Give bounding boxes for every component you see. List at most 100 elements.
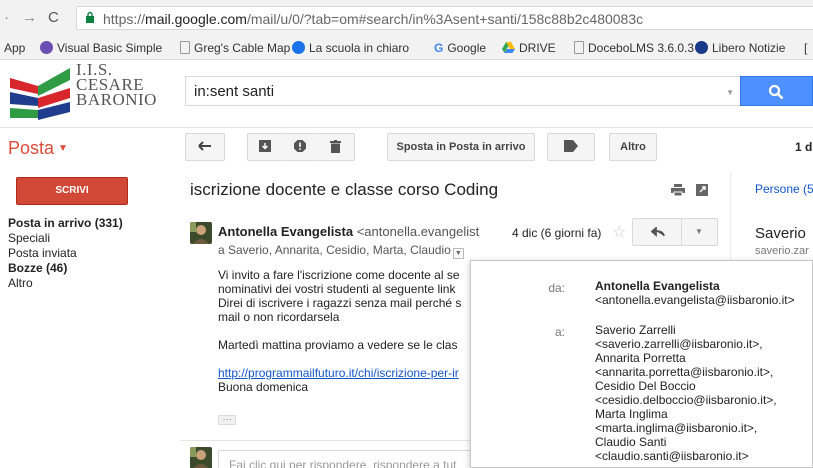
logo-line3: BARONIO	[76, 90, 157, 109]
pager-count: 1 d	[795, 140, 813, 154]
url-host: mail.google.com	[145, 11, 247, 27]
search-field[interactable]: ▼	[185, 76, 740, 106]
search-icon	[768, 84, 784, 100]
body-link[interactable]: http://programmailfuturo.it/chi/iscrizio…	[218, 366, 470, 380]
archive-icon	[259, 140, 271, 152]
body-line: Vi invito a fare l'iscrizione come docen…	[218, 268, 460, 282]
logo-text: I.I.S. CESARE BARONIO	[76, 61, 157, 109]
sidebar-item-inbox[interactable]: Posta in arrivo (331)	[8, 216, 123, 231]
more-button[interactable]: Altro	[609, 133, 657, 161]
show-details-caret-icon[interactable]: ▼	[452, 248, 464, 259]
search-button[interactable]	[740, 76, 813, 106]
message-subject: iscrizione docente e classe corso Coding	[190, 180, 499, 199]
sidebar-item-sent[interactable]: Posta inviata	[8, 246, 123, 261]
browser-address-bar: · → C https://mail.google.com/mail/u/0/?…	[0, 0, 813, 36]
subject-actions	[671, 184, 709, 199]
sidebar-nav: Posta in arrivo (331) Speciali Posta inv…	[8, 216, 123, 291]
more-actions-caret-icon[interactable]: ▼	[695, 227, 703, 236]
page-icon	[574, 41, 584, 54]
back-arrow-icon[interactable]: ·	[4, 9, 9, 26]
star-icon[interactable]: ☆	[612, 222, 626, 242]
recipients-line: a Saverio, Annarita, Cesidio, Marta, Cla…	[218, 243, 464, 259]
message-body: Vi invito a fare l'iscrizione come docen…	[218, 268, 470, 394]
from-email: <antonella.evangelista@iisbaronio.it>	[595, 293, 795, 307]
delete-button[interactable]	[317, 133, 355, 161]
reply-button-group[interactable]: ▼	[632, 218, 718, 246]
school-logo[interactable]: I.I.S. CESARE BARONIO	[8, 61, 178, 122]
to-line: <annarita.porretta@iisbaronio.it>,	[595, 365, 774, 379]
bookmark-label: La scuola in chiaro	[309, 41, 410, 55]
sender-avatar[interactable]	[190, 222, 212, 244]
bookmark-libero[interactable]: Libero Notizie	[695, 41, 785, 55]
body-line: Buona domenica	[218, 380, 309, 394]
to-label: a:	[554, 325, 565, 339]
body-line: Direi di iscrivere i ragazzi senza mail …	[218, 296, 462, 310]
from-label: da:	[548, 281, 565, 295]
bookmark-gregs-cable-map[interactable]: Greg's Cable Map	[180, 41, 290, 55]
to-line: Marta Inglima	[595, 407, 668, 421]
bookmark-overflow[interactable]: [	[804, 41, 807, 55]
show-trimmed-content-button[interactable]: ···	[218, 415, 236, 425]
sender-email: <antonella.evangelista(	[356, 224, 480, 239]
move-to-inbox-label: Sposta in Posta in arrivo	[396, 141, 526, 153]
people-panel-email: saverio.zar	[755, 245, 809, 257]
people-panel-title[interactable]: Persone (5	[755, 182, 813, 196]
forward-arrow-icon[interactable]: →	[22, 9, 37, 26]
sender-line[interactable]: Antonella Evangelista <antonella.evangel…	[218, 224, 480, 239]
body-blank-line	[218, 352, 470, 366]
more-label: Altro	[620, 141, 646, 153]
app-name: Posta	[8, 138, 55, 158]
body-line: Martedì mattina proviamo a vedere se le …	[218, 338, 458, 352]
avatar-photo-icon	[190, 222, 212, 244]
bookmark-label: App	[4, 41, 26, 55]
bookmark-docebo[interactable]: DoceboLMS 3.6.0.3	[574, 41, 694, 55]
to-line: Claudio Santi	[595, 435, 667, 449]
bookmark-app[interactable]: App	[4, 41, 25, 55]
bookmark-visual-basic[interactable]: Visual Basic Simple	[40, 41, 162, 55]
reply-icon[interactable]	[651, 227, 665, 237]
people-panel-name[interactable]: Saverio	[755, 225, 806, 242]
to-line: <marta.inglima@iisbaronio.it>,	[595, 421, 758, 435]
archive-button[interactable]	[247, 133, 283, 161]
report-spam-button[interactable]	[282, 133, 318, 161]
app-switcher[interactable]: Posta ▼	[8, 138, 68, 159]
to-line: <cesidio.delboccio@iisbaronio.it>,	[595, 393, 777, 407]
bookmark-label: DoceboLMS 3.6.0.3	[588, 41, 695, 55]
reload-icon[interactable]: C	[48, 9, 59, 26]
sidebar-item-more[interactable]: Altro	[8, 276, 123, 291]
sidebar-item-drafts[interactable]: Bozze (46)	[8, 261, 123, 276]
spam-icon	[293, 140, 306, 152]
lock-icon	[86, 11, 94, 23]
search-options-caret-icon[interactable]: ▼	[726, 88, 734, 97]
to-line: <claudio.santi@iisbaronio.it>	[595, 449, 749, 463]
search-input[interactable]	[186, 77, 706, 105]
back-to-list-button[interactable]	[185, 133, 225, 161]
bookmark-google[interactable]: G Google	[434, 41, 486, 55]
back-arrow-icon	[198, 141, 211, 151]
url-field[interactable]: https://mail.google.com/mail/u/0/?tab=om…	[76, 6, 813, 30]
to-line: <saverio.zarrelli@iisbaronio.it>,	[595, 337, 763, 351]
recipients-text: a Saverio, Annarita, Cesidio, Marta, Cla…	[218, 243, 451, 257]
body-line: mail o non ricordarsela	[218, 310, 340, 324]
label-tag-icon	[564, 140, 578, 152]
new-window-icon[interactable]	[696, 184, 709, 196]
message-date: 4 dic (6 giorni fa)	[512, 226, 602, 240]
move-to-inbox-button[interactable]: Sposta in Posta in arrivo	[387, 133, 535, 161]
drive-icon	[502, 41, 515, 55]
bookmark-scuola-in-chiaro[interactable]: La scuola in chiaro	[292, 41, 409, 55]
bookmark-label: Visual Basic Simple	[57, 41, 163, 55]
url-prefix: https://	[103, 11, 146, 27]
header-divider	[0, 127, 813, 128]
bookmark-label: DRIVE	[519, 41, 556, 55]
url-path: /mail/u/0/?tab=om#search/in%3Asent+santi…	[246, 11, 644, 27]
url-text: https://mail.google.com/mail/u/0/?tab=om…	[103, 11, 643, 27]
print-icon[interactable]	[671, 184, 685, 197]
from-name: Antonella Evangelista	[595, 279, 720, 293]
to-line: Saverio Zarrelli	[595, 323, 676, 337]
sidebar-item-starred[interactable]: Speciali	[8, 231, 123, 246]
compose-button[interactable]: SCRIVI	[16, 177, 128, 205]
bookmark-drive[interactable]: DRIVE	[502, 41, 556, 55]
body-blank-line	[218, 324, 470, 338]
labels-button[interactable]	[547, 133, 595, 161]
scuola-icon	[292, 41, 305, 54]
